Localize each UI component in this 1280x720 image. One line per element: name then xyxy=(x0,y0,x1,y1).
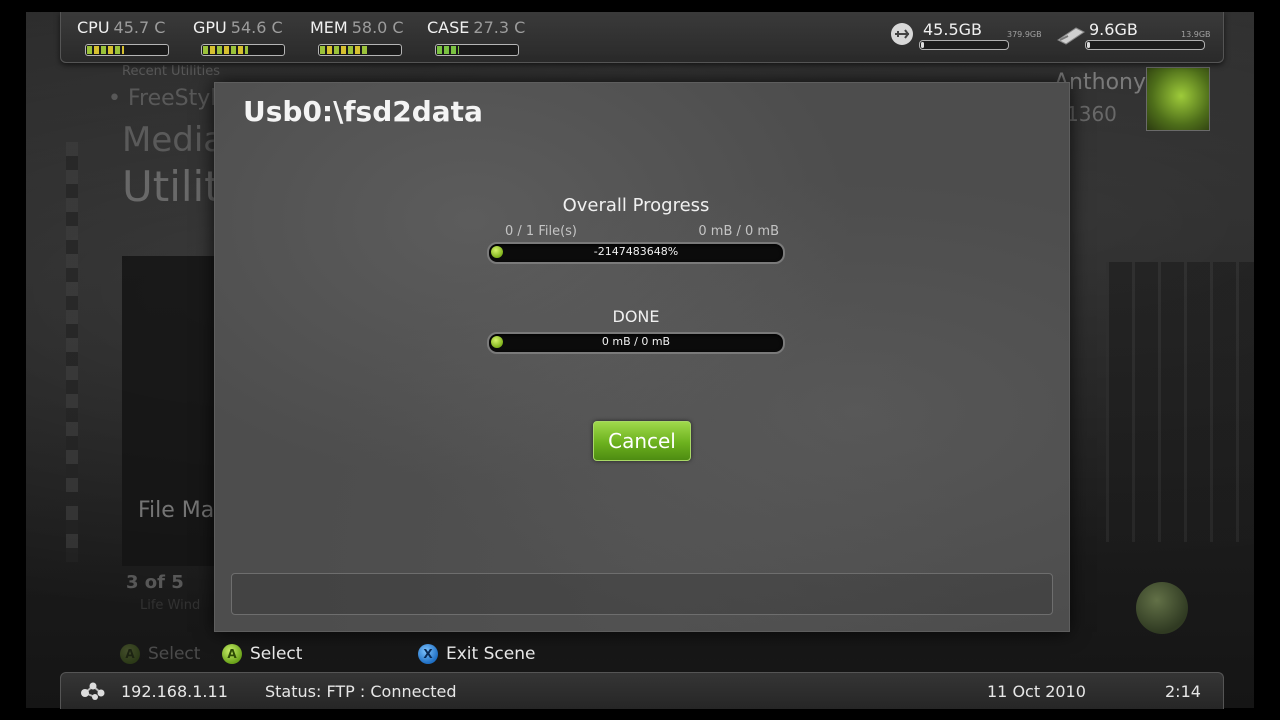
flash-usage-bar xyxy=(1085,40,1205,50)
overall-progress-heading: Overall Progress xyxy=(562,195,710,216)
menu-media: Media xyxy=(122,120,225,160)
usb-usage-bar xyxy=(919,40,1009,50)
message-box xyxy=(231,573,1053,615)
exit-scene-label: Exit Scene xyxy=(446,644,536,664)
cpu-value: 45.7 C xyxy=(113,18,166,37)
flash-free-space: 9.6GB xyxy=(1089,20,1138,39)
network-icon xyxy=(81,682,105,700)
ip-address: 192.168.1.11 xyxy=(121,682,228,701)
usb-total-space: 379.9GB xyxy=(1007,30,1042,39)
a-button-icon: A xyxy=(222,644,242,664)
status-bar: 192.168.1.11 Status: FTP : Connected 11 … xyxy=(60,672,1224,709)
x-button-icon: X xyxy=(418,644,438,664)
overall-progress-bar: -2147483648% xyxy=(487,242,785,264)
usb-drive-icon xyxy=(891,23,913,45)
mem-temp: MEM 58.0 C xyxy=(310,18,404,56)
background-shelf xyxy=(66,142,78,562)
recent-item: • FreeStyle xyxy=(108,86,230,111)
a-button-icon: A xyxy=(120,644,140,664)
select-hint[interactable]: A Select xyxy=(222,644,302,664)
file-count: 0 / 1 File(s) xyxy=(505,224,577,239)
mem-label: MEM xyxy=(310,18,348,37)
mem-value: 58.0 C xyxy=(351,18,404,37)
cpu-label: CPU xyxy=(77,18,110,37)
select-hint-label: Select xyxy=(250,644,303,664)
avatar xyxy=(1146,67,1210,131)
ftp-status: Status: FTP : Connected xyxy=(265,682,457,701)
fsd-logo-icon xyxy=(1136,582,1188,634)
ghost-select-label: Select xyxy=(148,644,201,664)
clock: 2:14 xyxy=(1165,682,1201,701)
date: 11 Oct 2010 xyxy=(987,682,1086,701)
dialog-title: Usb0:\fsd2data xyxy=(243,95,483,128)
exit-scene-hint[interactable]: X Exit Scene xyxy=(418,644,535,664)
case-value: 27.3 C xyxy=(473,18,526,37)
background-pillar xyxy=(1106,262,1254,542)
ghost-select-hint: A Select xyxy=(120,644,200,664)
overall-progress-section: Overall Progress 0 / 1 File(s) 0 mB / 0 … xyxy=(487,195,785,264)
gpu-value: 54.6 C xyxy=(230,18,283,37)
cancel-button[interactable]: Cancel xyxy=(593,421,691,461)
gpu-label: GPU xyxy=(193,18,227,37)
current-file-progress-text: 0 mB / 0 mB xyxy=(601,335,671,348)
gamerscore: 1360 xyxy=(1066,102,1117,126)
gpu-temp: GPU 54.6 C xyxy=(193,18,285,56)
recent-utilities-label: Recent Utilities xyxy=(122,64,220,79)
current-file-section: DONE 0 mB / 0 mB xyxy=(487,307,785,354)
copy-progress-dialog: Usb0:\fsd2data Overall Progress 0 / 1 Fi… xyxy=(214,82,1070,632)
page-subtitle: Life Wind xyxy=(140,598,201,613)
case-meter xyxy=(435,44,519,56)
flash-drive-icon xyxy=(1057,27,1085,45)
flash-total-space: 13.9GB xyxy=(1181,30,1211,39)
current-file-progress-bar: 0 mB / 0 mB xyxy=(487,332,785,354)
system-stats-bar: CPU 45.7 C GPU 54.6 C MEM 58.0 C CASE 27.3 C… xyxy=(60,12,1224,63)
overall-progress-text: -2147483648% xyxy=(593,245,679,258)
cpu-meter xyxy=(85,44,169,56)
page-counter: 3 of 5 xyxy=(126,572,184,593)
cpu-temp: CPU 45.7 C xyxy=(77,18,169,56)
overall-progress-meta: 0 / 1 File(s) 0 mB / 0 mB xyxy=(487,222,785,240)
overall-size: 0 mB / 0 mB xyxy=(698,224,779,239)
mem-meter xyxy=(318,44,402,56)
gpu-meter xyxy=(201,44,285,56)
current-file-heading: DONE xyxy=(612,307,660,326)
usb-free-space: 45.5GB xyxy=(923,20,982,39)
case-temp: CASE 27.3 C xyxy=(427,18,526,56)
file-manager-tile-label: File Ma xyxy=(138,498,215,523)
case-label: CASE xyxy=(427,18,470,37)
